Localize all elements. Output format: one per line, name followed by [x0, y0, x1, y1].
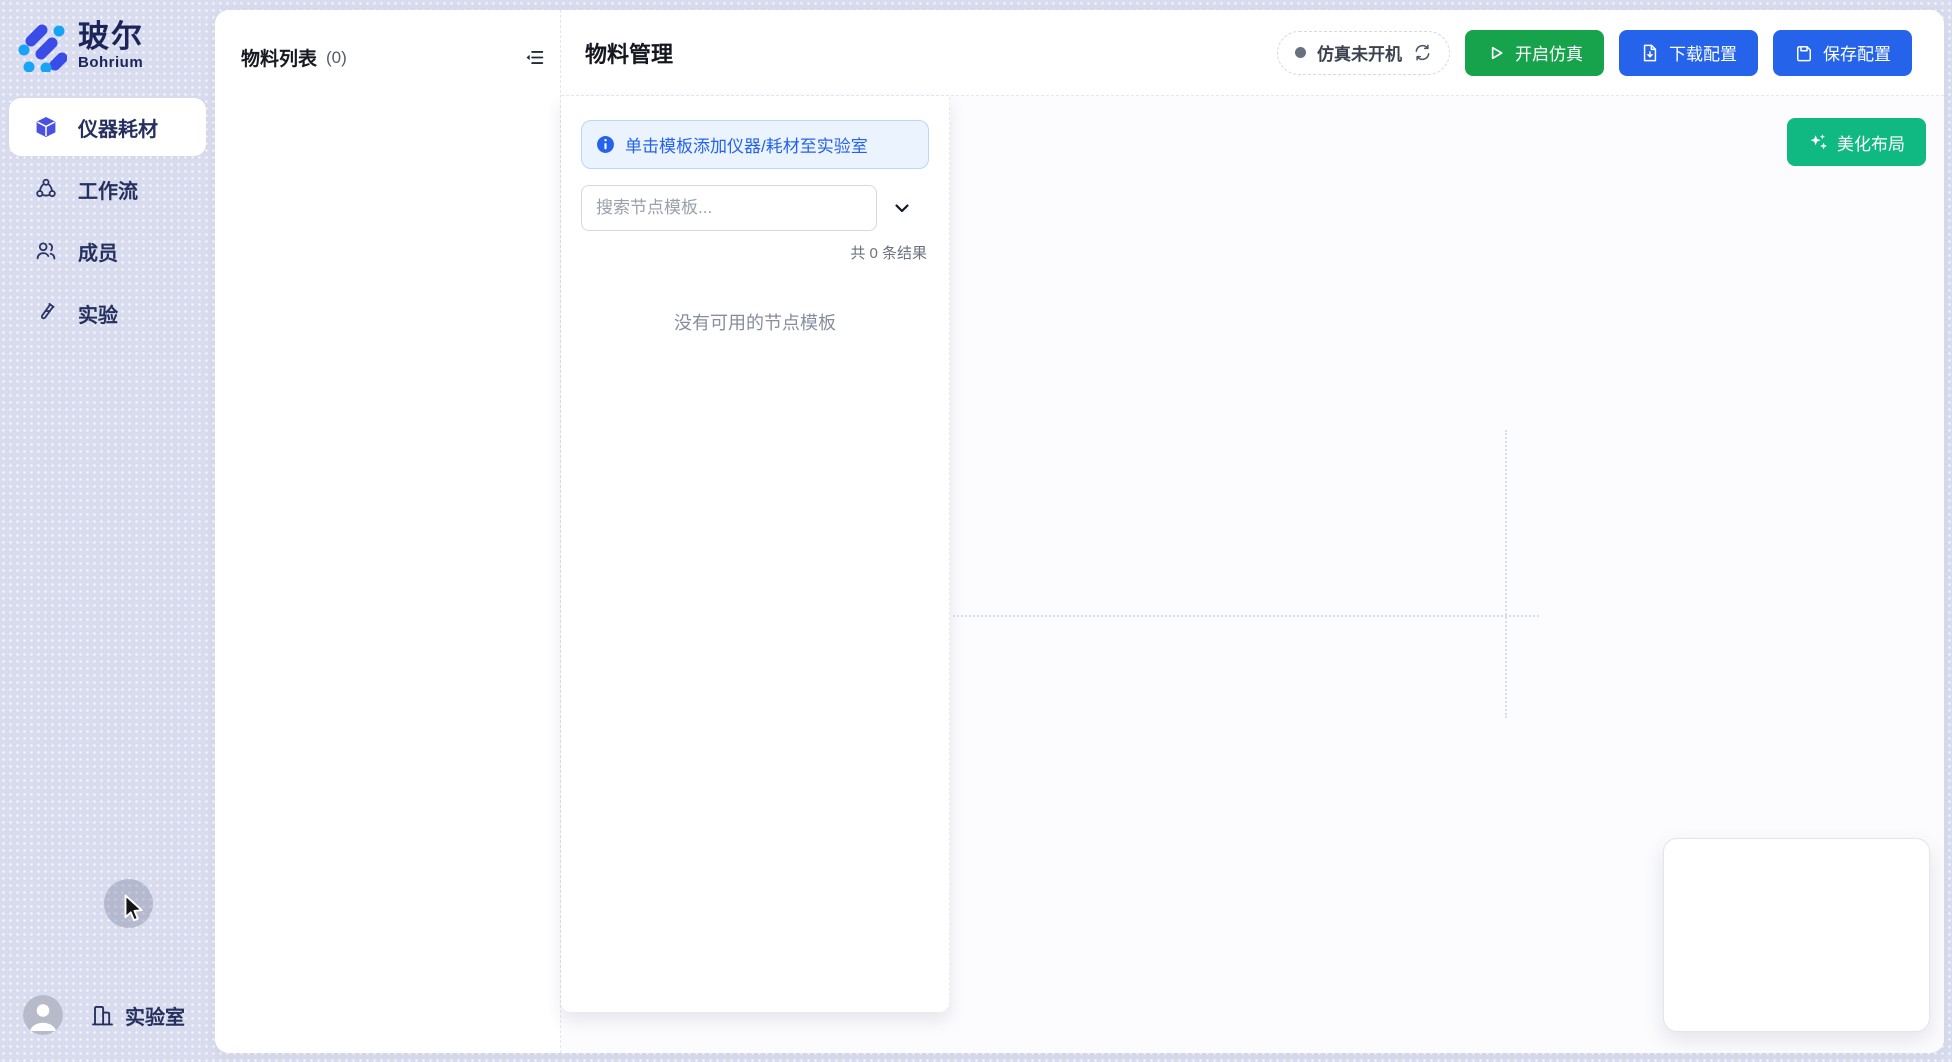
- file-download-icon: [1640, 43, 1660, 63]
- brand-title: 玻尔: [78, 21, 144, 54]
- materials-panel-header: 物料列表 (0): [215, 10, 560, 71]
- sidebar-nav: 仪器耗材 工作流 成员: [0, 98, 215, 342]
- brand-subtitle: Bohrium: [78, 54, 144, 71]
- start-simulation-button[interactable]: 开启仿真: [1465, 30, 1604, 76]
- play-icon: [1486, 43, 1506, 63]
- canvas-guide-line-horizontal: [953, 615, 1539, 617]
- sparkles-icon: [1808, 132, 1828, 152]
- mouse-cursor: [119, 893, 149, 923]
- info-banner-text: 单击模板添加仪器/耗材至实验室: [625, 132, 868, 157]
- sidebar-item-instruments[interactable]: 仪器耗材: [9, 98, 206, 156]
- indent-collapse-icon[interactable]: [523, 46, 546, 69]
- search-input[interactable]: [581, 185, 877, 231]
- cube-icon: [34, 115, 58, 139]
- chevron-down-icon[interactable]: [890, 196, 914, 220]
- sidebar-item-experiments[interactable]: 实验: [9, 284, 206, 342]
- results-count: 共 0 条结果: [583, 242, 927, 263]
- sidebar-item-label: 仪器耗材: [78, 113, 158, 142]
- building-icon: [90, 1003, 115, 1028]
- sidebar: 玻尔 Bohrium 仪器耗材 工作流: [0, 0, 215, 1062]
- workspace: 物料管理 仿真未开机 开启仿真: [561, 10, 1944, 1053]
- test-tube-icon: [34, 301, 58, 325]
- materials-panel: 物料列表 (0): [215, 10, 561, 1053]
- status-label: 仿真未开机: [1317, 40, 1402, 65]
- main-card: 物料列表 (0) 物料管理 仿真未开机: [215, 10, 1944, 1053]
- simulation-status-pill[interactable]: 仿真未开机: [1277, 31, 1450, 75]
- materials-panel-title: 物料列表: [241, 44, 317, 71]
- sidebar-item-workflow[interactable]: 工作流: [9, 160, 206, 218]
- header-actions: 仿真未开机 开启仿真: [1277, 30, 1912, 76]
- button-label: 美化布局: [1837, 130, 1905, 155]
- workflow-icon: [34, 177, 58, 201]
- minimap[interactable]: [1663, 838, 1930, 1032]
- save-icon: [1794, 43, 1814, 63]
- info-banner: 单击模板添加仪器/耗材至实验室: [581, 120, 929, 169]
- button-label: 保存配置: [1823, 40, 1891, 65]
- materials-count: (0): [326, 48, 347, 68]
- lab-label: 实验室: [125, 1001, 185, 1030]
- template-panel: 单击模板添加仪器/耗材至实验室 共 0 条结果 没有可用的节点模板: [561, 96, 950, 1012]
- flow-canvas[interactable]: 单击模板添加仪器/耗材至实验室 共 0 条结果 没有可用的节点模板: [561, 96, 1944, 1053]
- avatar[interactable]: [23, 995, 63, 1035]
- sidebar-footer: 实验室: [23, 995, 185, 1035]
- workspace-header: 物料管理 仿真未开机 开启仿真: [561, 10, 1944, 96]
- sidebar-item-label: 实验: [78, 299, 118, 328]
- beautify-layout-button[interactable]: 美化布局: [1787, 118, 1926, 166]
- button-label: 开启仿真: [1515, 40, 1583, 65]
- sidebar-item-members[interactable]: 成员: [9, 222, 206, 280]
- user-avatar-icon: [23, 995, 63, 1035]
- app-root: 玻尔 Bohrium 仪器耗材 工作流: [0, 0, 1952, 1062]
- members-icon: [34, 239, 58, 263]
- canvas-guide-line-vertical: [1505, 430, 1507, 718]
- sidebar-item-label: 成员: [78, 237, 118, 266]
- sidebar-item-lab[interactable]: 实验室: [90, 1001, 185, 1030]
- search-row: [581, 185, 929, 231]
- info-icon: [596, 135, 615, 154]
- sidebar-item-label: 工作流: [78, 175, 138, 204]
- brand-logo: 玻尔 Bohrium: [0, 0, 215, 72]
- bohrium-logo-icon: [15, 20, 67, 72]
- button-label: 下载配置: [1669, 40, 1737, 65]
- brand-text: 玻尔 Bohrium: [78, 21, 144, 71]
- download-config-button[interactable]: 下载配置: [1619, 30, 1758, 76]
- empty-state-text: 没有可用的节点模板: [561, 309, 949, 335]
- save-config-button[interactable]: 保存配置: [1773, 30, 1912, 76]
- status-dot-icon: [1295, 47, 1306, 58]
- page-title: 物料管理: [585, 37, 673, 69]
- refresh-icon[interactable]: [1413, 43, 1432, 62]
